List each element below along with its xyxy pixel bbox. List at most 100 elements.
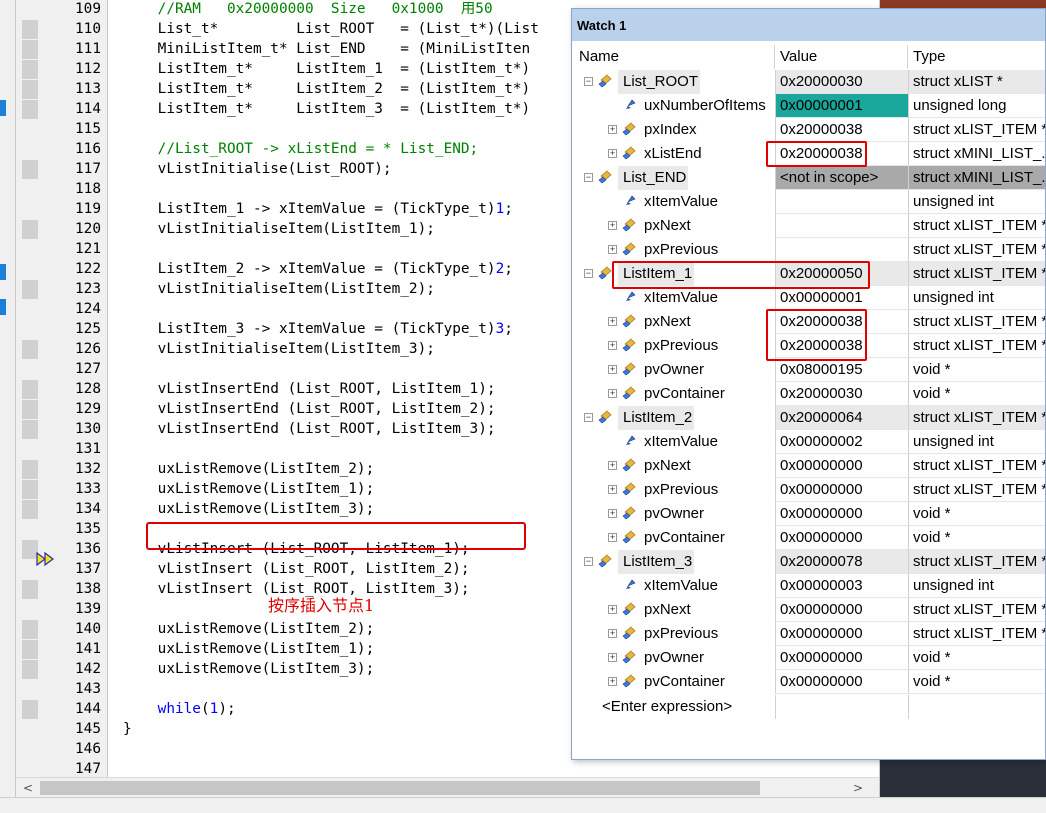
code-line[interactable]: vListInitialiseItem(ListItem_3);	[123, 339, 435, 359]
watch-name-label[interactable]: xListEnd	[644, 142, 702, 166]
watch-value-cell[interactable]: 0x00000000	[775, 478, 908, 502]
expand-icon[interactable]: +	[608, 221, 617, 230]
expand-icon[interactable]: +	[608, 461, 617, 470]
watch-window[interactable]: Watch 1 Name Value Type − List_ROOT 0x2000…	[571, 8, 1046, 760]
watch-value-cell[interactable]	[775, 190, 908, 214]
watch-member-row[interactable]: + pxPrevious 0x00000000 struct xLIST_ITEM *	[574, 478, 1045, 502]
watch-value-cell[interactable]: 0x20000030	[775, 382, 908, 406]
watch-value-cell[interactable]: 0x00000001	[775, 94, 908, 118]
watch-member-row[interactable]: + pvContainer 0x20000030 void *	[574, 382, 1045, 406]
breakpoint-slot[interactable]	[22, 220, 38, 239]
breakpoint-slot[interactable]	[22, 460, 38, 479]
watch-variable-row[interactable]: − ListItem_3 0x20000078 struct xLIST_ITEM *	[574, 550, 1045, 574]
expand-icon[interactable]: +	[608, 677, 617, 686]
watch-value-cell[interactable]: 0x00000003	[775, 574, 908, 598]
column-header-type[interactable]: Type	[908, 45, 1045, 69]
code-line[interactable]: vListInitialiseItem(ListItem_2);	[123, 279, 435, 299]
watch-member-row[interactable]: + pxIndex 0x20000038 struct xLIST_ITEM *	[574, 118, 1045, 142]
watch-name-label[interactable]: List_ROOT	[618, 70, 701, 94]
code-line[interactable]: uxListRemove(ListItem_3);	[123, 499, 375, 519]
code-line[interactable]: while(1);	[123, 699, 236, 719]
breakpoint-slot[interactable]	[22, 60, 38, 79]
watch-value-cell[interactable]: 0x00000000	[775, 670, 908, 694]
code-line[interactable]: ListItem_t* ListItem_3 = (ListItem_t*)	[123, 99, 531, 119]
watch-value-cell[interactable]: 0x20000064	[775, 406, 908, 430]
breakpoint-slot[interactable]	[22, 40, 38, 59]
expand-icon[interactable]: +	[608, 533, 617, 542]
watch-name-label[interactable]: xItemValue	[644, 574, 718, 598]
breakpoint-slot[interactable]	[22, 160, 38, 179]
watch-name-label[interactable]: ListItem_3	[618, 550, 695, 574]
code-line[interactable]: vListInsert (List_ROOT, ListItem_2);	[123, 559, 470, 579]
watch-variable-row[interactable]: − ListItem_2 0x20000064 struct xLIST_ITEM *	[574, 406, 1045, 430]
code-line[interactable]: vListInitialiseItem(ListItem_1);	[123, 219, 435, 239]
expand-icon[interactable]: +	[608, 653, 617, 662]
watch-value-cell[interactable]: 0x00000000	[775, 502, 908, 526]
watch-name-label[interactable]: pxNext	[644, 454, 691, 478]
code-line[interactable]: vListInsertEnd (List_ROOT, ListItem_2);	[123, 399, 496, 419]
breakpoint-slot[interactable]	[22, 660, 38, 679]
scrollbar-thumb[interactable]	[40, 781, 760, 795]
code-line[interactable]: ListItem_1 -> xItemValue = (TickType_t)1…	[123, 199, 513, 219]
expand-icon[interactable]: +	[608, 629, 617, 638]
watch-value-cell[interactable]: 0x00000002	[775, 430, 908, 454]
code-line[interactable]: vListInitialise(List_ROOT);	[123, 159, 392, 179]
collapse-icon[interactable]: −	[584, 77, 593, 86]
watch-value-cell[interactable]: 0x00000000	[775, 646, 908, 670]
expand-icon[interactable]: +	[608, 245, 617, 254]
watch-member-row[interactable]: + pxNext 0x00000000 struct xLIST_ITEM *	[574, 454, 1045, 478]
code-line[interactable]: //RAM 0x20000000 Size 0x1000 用50	[123, 0, 493, 19]
watch-member-row[interactable]: xItemValue 0x00000001 unsigned int	[574, 286, 1045, 310]
watch-member-row[interactable]: + pvContainer 0x00000000 void *	[574, 526, 1045, 550]
breakpoint-slot[interactable]	[22, 340, 38, 359]
watch-name-label[interactable]: pxPrevious	[644, 334, 718, 358]
enter-expression-row[interactable]: <Enter expression>	[574, 695, 1045, 719]
watch-member-row[interactable]: + pvContainer 0x00000000 void *	[574, 670, 1045, 694]
watch-name-label[interactable]: pvOwner	[644, 358, 704, 382]
watch-name-label[interactable]: pxNext	[644, 598, 691, 622]
scroll-left-icon[interactable]: <	[18, 778, 38, 798]
code-line[interactable]: ListItem_t* ListItem_2 = (ListItem_t*)	[123, 79, 531, 99]
watch-name-label[interactable]: pvContainer	[644, 670, 725, 694]
watch-value-cell[interactable]: 0x08000195	[775, 358, 908, 382]
code-line[interactable]: uxListRemove(ListItem_2);	[123, 459, 375, 479]
watch-name-label[interactable]: xItemValue	[644, 286, 718, 310]
code-line[interactable]: }	[123, 719, 132, 739]
code-line[interactable]: ListItem_3 -> xItemValue = (TickType_t)3…	[123, 319, 513, 339]
breakpoint-slot[interactable]	[22, 580, 38, 599]
watch-value-cell[interactable]: 0x00000000	[775, 454, 908, 478]
watch-value-cell[interactable]: 0x00000000	[775, 526, 908, 550]
watch-value-cell[interactable]: 0x00000001	[775, 286, 908, 310]
watch-member-row[interactable]: + pvOwner 0x00000000 void *	[574, 502, 1045, 526]
watch-value-cell[interactable]	[775, 238, 908, 262]
breakpoint-slot[interactable]	[22, 380, 38, 399]
breakpoint-slot[interactable]	[22, 500, 38, 519]
expand-icon[interactable]: +	[608, 341, 617, 350]
code-line[interactable]: vListInsertEnd (List_ROOT, ListItem_1);	[123, 379, 496, 399]
code-line[interactable]: List_t* List_ROOT = (List_t*)(List	[123, 19, 539, 39]
watch-variable-row[interactable]: − List_END <not in scope> struct xMINI_LIST…	[574, 166, 1045, 190]
code-line[interactable]: uxListRemove(ListItem_2);	[123, 619, 375, 639]
horizontal-scrollbar[interactable]: < >	[16, 777, 879, 797]
breakpoint-slot[interactable]	[22, 420, 38, 439]
watch-member-row[interactable]: + pxPrevious struct xLIST_ITEM *	[574, 238, 1045, 262]
collapse-icon[interactable]: −	[584, 413, 593, 422]
code-line[interactable]: ListItem_t* ListItem_1 = (ListItem_t*)	[123, 59, 531, 79]
watch-name-label[interactable]: List_END	[618, 166, 689, 190]
code-line[interactable]: MiniListItem_t* List_END = (MiniListIten	[123, 39, 531, 59]
watch-name-label[interactable]: pvContainer	[644, 382, 725, 406]
watch-name-label[interactable]: pxIndex	[644, 118, 697, 142]
code-line[interactable]: vListInsertEnd (List_ROOT, ListItem_3);	[123, 419, 496, 439]
watch-value-cell[interactable]	[775, 214, 908, 238]
breakpoint-slot[interactable]	[22, 400, 38, 419]
code-line[interactable]: ListItem_2 -> xItemValue = (TickType_t)2…	[123, 259, 513, 279]
watch-value-cell[interactable]: 0x20000078	[775, 550, 908, 574]
expand-icon[interactable]: +	[608, 509, 617, 518]
expand-icon[interactable]: +	[608, 389, 617, 398]
enter-expression-label[interactable]: <Enter expression>	[602, 695, 732, 719]
breakpoint-slot[interactable]	[22, 700, 38, 719]
breakpoint-slot[interactable]	[22, 80, 38, 99]
expand-icon[interactable]: +	[608, 149, 617, 158]
code-line[interactable]: uxListRemove(ListItem_1);	[123, 639, 375, 659]
watch-name-label[interactable]: pvOwner	[644, 502, 704, 526]
